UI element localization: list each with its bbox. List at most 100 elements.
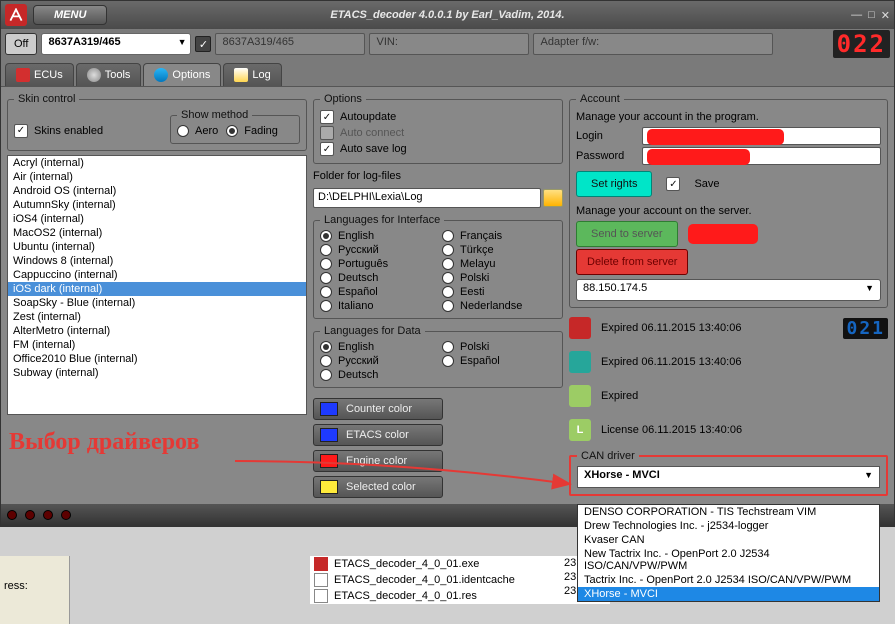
skin-item[interactable]: FM (internal) xyxy=(8,338,306,352)
lang-radio[interactable]: English xyxy=(320,341,434,353)
skin-item[interactable]: AutumnSky (internal) xyxy=(8,198,306,212)
aero-radio[interactable] xyxy=(177,125,189,137)
selected-swatch xyxy=(320,480,338,494)
tab-tools[interactable]: Tools xyxy=(76,63,142,86)
password-redacted xyxy=(647,149,750,165)
skin-item[interactable]: Zest (internal) xyxy=(8,310,306,324)
skin-item[interactable]: Office2010 Blue (internal) xyxy=(8,352,306,366)
counter-color-button[interactable]: Counter color xyxy=(313,398,443,420)
options-icon xyxy=(154,68,168,82)
lang-radio[interactable]: Eesti xyxy=(442,286,556,298)
engine-color-button[interactable]: Engine color xyxy=(313,450,443,472)
lang-radio[interactable]: Nederlandse xyxy=(442,300,556,312)
radio-icon xyxy=(320,244,332,256)
radio-icon xyxy=(320,272,332,284)
lang-radio[interactable]: Polski xyxy=(442,272,556,284)
lang-radio[interactable]: Русский xyxy=(320,244,434,256)
lang-radio[interactable]: Deutsch xyxy=(320,369,434,381)
etacs-color-button[interactable]: ETACS color xyxy=(313,424,443,446)
file-icon xyxy=(314,573,328,587)
save-checkbox[interactable] xyxy=(666,177,680,191)
account-manage-text: Manage your account in the program. xyxy=(576,109,881,125)
status-text-3: Expired xyxy=(601,390,638,402)
skin-item[interactable]: AlterMetro (internal) xyxy=(8,324,306,338)
skin-item[interactable]: Air (internal) xyxy=(8,170,306,184)
skin-item[interactable]: iOS4 (internal) xyxy=(8,212,306,226)
can-option[interactable]: XHorse - MVCI xyxy=(578,587,879,601)
license-text: License 06.11.2015 13:40:06 xyxy=(601,424,742,436)
can-option[interactable]: Kvaser CAN xyxy=(578,533,879,547)
menu-button[interactable]: MENU xyxy=(33,5,107,25)
radio-icon xyxy=(320,300,332,312)
lang-radio[interactable]: Português xyxy=(320,258,434,270)
file-list: ETACS_decoder_4_0_01.exe ETACS_decoder_4… xyxy=(310,556,610,604)
lang-radio[interactable]: Español xyxy=(442,355,556,367)
window-title: ETACS_decoder 4.0.0.1 by Earl_Vadim, 201… xyxy=(330,9,564,21)
skin-list[interactable]: Acryl (internal)Air (internal)Android OS… xyxy=(7,155,307,415)
lang-radio[interactable]: Türkçe xyxy=(442,244,556,256)
autosave-checkbox[interactable] xyxy=(320,142,334,156)
login-input[interactable] xyxy=(642,127,881,145)
maximize-icon[interactable]: □ xyxy=(868,9,875,22)
lang-interface-group: Languages for Interface EnglishFrançaisР… xyxy=(313,214,563,319)
folder-browse-icon[interactable] xyxy=(543,189,563,207)
lang-radio[interactable]: Français xyxy=(442,230,556,242)
tab-log[interactable]: Log xyxy=(223,63,281,86)
folder-input[interactable]: D:\DELPHI\Lexia\Log xyxy=(313,188,541,208)
tab-options[interactable]: Options xyxy=(143,63,221,86)
radio-icon xyxy=(320,258,332,270)
lang-radio[interactable]: Melayu xyxy=(442,258,556,270)
can-option[interactable]: Tactrix Inc. - OpenPort 2.0 J2534 ISO/CA… xyxy=(578,573,879,587)
can-driver-dropdown[interactable]: DENSO CORPORATION - TIS Techstream VIMDr… xyxy=(577,504,880,602)
can-option[interactable]: DENSO CORPORATION - TIS Techstream VIM xyxy=(578,505,879,519)
options-group: Options Autoupdate Auto connect Auto sav… xyxy=(313,93,563,164)
can-option[interactable]: Drew Technologies Inc. - j2534-logger xyxy=(578,519,879,533)
skin-item[interactable]: Subway (internal) xyxy=(8,366,306,380)
close-icon[interactable]: ✕ xyxy=(881,9,890,22)
tab-bar: ECUs Tools Options Log xyxy=(1,59,894,87)
skin-item[interactable]: Windows 8 (internal) xyxy=(8,254,306,268)
skin-item[interactable]: MacOS2 (internal) xyxy=(8,226,306,240)
can-option[interactable]: New Tactrix Inc. - OpenPort 2.0 J2534 IS… xyxy=(578,547,879,573)
lang-radio[interactable]: Polski xyxy=(442,341,556,353)
delete-server-button[interactable]: Delete from server xyxy=(576,249,688,275)
set-rights-button[interactable]: Set rights xyxy=(576,171,652,197)
top-toolbar: Off 8637A319/465 ✓ 8637A319/465 VIN: Ada… xyxy=(1,29,894,59)
skins-enabled-checkbox[interactable] xyxy=(14,124,28,138)
off-button[interactable]: Off xyxy=(5,33,37,55)
password-input[interactable] xyxy=(642,147,881,165)
minimize-icon[interactable]: — xyxy=(851,9,862,22)
lang-radio[interactable]: Deutsch xyxy=(320,272,434,284)
vin-field: VIN: xyxy=(369,33,529,55)
engine-swatch xyxy=(320,454,338,468)
skin-item[interactable]: Cappuccino (internal) xyxy=(8,268,306,282)
radio-icon xyxy=(320,341,332,353)
tab-ecus[interactable]: ECUs xyxy=(5,63,74,86)
skin-item[interactable]: SoapSky - Blue (internal) xyxy=(8,296,306,310)
selected-color-button[interactable]: Selected color xyxy=(313,476,443,498)
skin-item[interactable]: iOS dark (internal) xyxy=(8,282,306,296)
part-combo[interactable]: 8637A319/465 xyxy=(41,33,191,55)
send-server-button[interactable]: Send to server xyxy=(576,221,678,247)
autoconnect-checkbox[interactable] xyxy=(320,126,334,140)
skin-legend: Skin control xyxy=(14,93,79,105)
status-dot xyxy=(25,510,35,520)
behind-label: ress: xyxy=(4,580,28,592)
server-ip-combo[interactable]: 88.150.174.5 xyxy=(576,279,881,301)
skin-item[interactable]: Ubuntu (internal) xyxy=(8,240,306,254)
lang-radio[interactable]: English xyxy=(320,230,434,242)
lang-radio[interactable]: Русский xyxy=(320,355,434,367)
autoupdate-checkbox[interactable] xyxy=(320,110,334,124)
can-driver-select[interactable]: XHorse - MVCI xyxy=(577,466,880,488)
lang-radio[interactable]: Italiano xyxy=(320,300,434,312)
radio-icon xyxy=(320,369,332,381)
part-check[interactable]: ✓ xyxy=(195,36,211,52)
license-icon: L xyxy=(569,419,591,441)
skin-item[interactable]: Android OS (internal) xyxy=(8,184,306,198)
radio-icon xyxy=(442,230,454,242)
skin-item[interactable]: Acryl (internal) xyxy=(8,156,306,170)
fading-radio[interactable] xyxy=(226,125,238,137)
mitsubishi-icon xyxy=(16,68,30,82)
lang-radio[interactable]: Español xyxy=(320,286,434,298)
status-dot xyxy=(61,510,71,520)
